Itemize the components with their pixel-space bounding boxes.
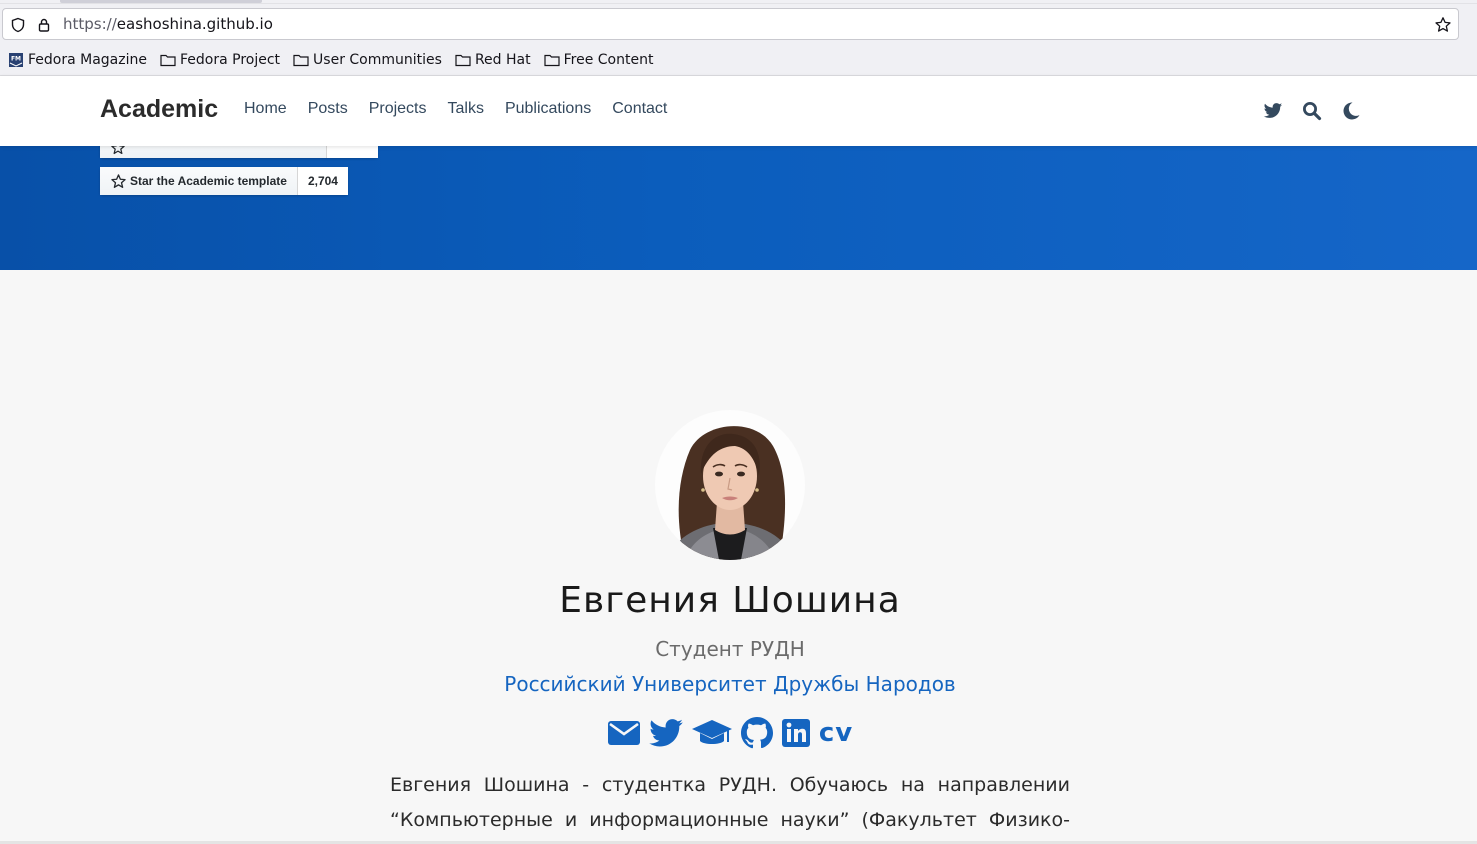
folder-icon: [293, 54, 309, 66]
hero-banner: Star the Academic template 2,704: [0, 146, 1477, 270]
nav-link-talks[interactable]: Talks: [448, 100, 484, 118]
bookmark-folder-user-communities[interactable]: User Communities: [293, 52, 442, 68]
nav-link-publications[interactable]: Publications: [505, 100, 591, 118]
bookmark-star-icon[interactable]: [1434, 16, 1452, 34]
github-icon[interactable]: [740, 716, 773, 750]
star-button-label-hidden: [100, 146, 327, 158]
profile-organization-link[interactable]: Российский Университет Дружбы Народов: [0, 672, 1460, 696]
active-tab-edge[interactable]: [60, 0, 262, 3]
linkedin-icon[interactable]: [781, 716, 811, 750]
github-star-button[interactable]: Star the Academic template 2,704: [100, 167, 348, 195]
cv-icon[interactable]: cv: [819, 716, 853, 750]
nav-links: Home Posts Projects Talks Publications C…: [244, 100, 667, 118]
search-icon[interactable]: [1302, 101, 1322, 121]
bookmark-label: Fedora Project: [180, 51, 281, 68]
avatar: [655, 410, 805, 560]
tab-strip: [0, 0, 1477, 4]
star-button-text: Star the Academic template: [130, 174, 287, 188]
nav-link-home[interactable]: Home: [244, 100, 287, 118]
url-text[interactable]: https://eashoshina.github.io: [63, 15, 273, 33]
bookmark-label: Free Content: [563, 51, 654, 68]
star-count-hidden: [327, 146, 378, 158]
bookmark-fedora-magazine[interactable]: FM Fedora Magazine: [8, 52, 147, 68]
github-star-button-partial[interactable]: [100, 146, 378, 158]
nav-link-projects[interactable]: Projects: [369, 100, 427, 118]
moon-icon[interactable]: [1341, 101, 1361, 121]
bookmark-folder-fedora-project[interactable]: Fedora Project: [160, 52, 280, 68]
site-brand[interactable]: Academic: [100, 95, 218, 124]
url-host: eashoshina.github.io: [116, 15, 273, 33]
fedora-magazine-favicon: FM: [9, 52, 23, 67]
url-scheme: https://: [63, 15, 117, 33]
star-icon: [111, 173, 126, 188]
envelope-icon[interactable]: [607, 716, 641, 750]
bookmark-folder-free-content[interactable]: Free Content: [544, 51, 654, 68]
bookmark-label: Fedora Magazine: [28, 51, 147, 68]
folder-icon: [455, 54, 471, 66]
nav-link-posts[interactable]: Posts: [308, 100, 348, 118]
bio-line: “Компьютерные и информационные науки” (Ф…: [390, 809, 1070, 831]
folder-icon: [544, 54, 560, 66]
profile-role: Студент РУДН: [655, 637, 805, 661]
bookmark-label: Red Hat: [474, 51, 531, 68]
bookmarks-toolbar: FM Fedora Magazine Fedora Project User C…: [0, 44, 1477, 76]
twitter-icon[interactable]: [1263, 101, 1283, 121]
cv-label: cv: [818, 718, 854, 748]
folder-icon: [160, 54, 176, 66]
star-icon: [111, 146, 125, 155]
star-button-label: Star the Academic template: [100, 167, 298, 195]
profile-name: Евгения Шошина: [559, 580, 901, 621]
lock-icon[interactable]: [35, 16, 53, 34]
star-count[interactable]: 2,704: [297, 167, 348, 195]
social-links: cv: [0, 716, 1460, 750]
address-bar[interactable]: https://eashoshina.github.io: [2, 8, 1459, 40]
site-navbar: Academic Home Posts Projects Talks Publi…: [0, 76, 1477, 146]
svg-text:FM: FM: [11, 55, 21, 62]
bookmark-label: User Communities: [313, 51, 442, 68]
graduation-cap-icon[interactable]: [691, 716, 733, 750]
bookmark-folder-red-hat[interactable]: Red Hat: [455, 52, 531, 68]
nav-link-contact[interactable]: Contact: [612, 100, 667, 118]
shield-icon[interactable]: [9, 16, 27, 34]
profile-bio: Евгения Шошина - студентка РУДН. Обучаюс…: [390, 768, 1070, 838]
twitter-icon[interactable]: [649, 716, 683, 750]
bio-line: Евгения Шошина - студентка РУДН. Обучаюс…: [390, 774, 1070, 796]
